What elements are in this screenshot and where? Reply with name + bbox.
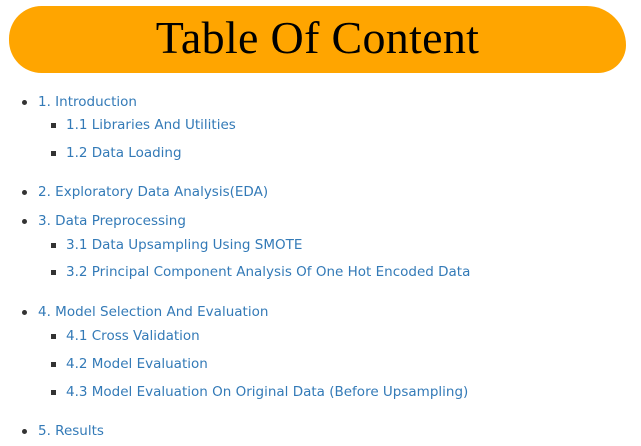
toc-item-eda: 2. Exploratory Data Analysis(EDA) bbox=[21, 184, 268, 200]
toc-link-eda[interactable]: 2. Exploratory Data Analysis(EDA) bbox=[38, 184, 268, 200]
toc-link-original-data-evaluation[interactable]: 4.3 Model Evaluation On Original Data (B… bbox=[66, 384, 468, 400]
toc-link-smote[interactable]: 3.1 Data Upsampling Using SMOTE bbox=[66, 237, 302, 253]
page-title: Table Of Content bbox=[155, 11, 480, 63]
toc-item-model-evaluation: 4.2 Model Evaluation bbox=[51, 356, 208, 372]
toc-link-pca[interactable]: 3.2 Principal Component Analysis Of One … bbox=[66, 264, 470, 280]
toc-link-cross-validation[interactable]: 4.1 Cross Validation bbox=[66, 328, 200, 344]
toc-link-data-loading[interactable]: 1.2 Data Loading bbox=[66, 145, 182, 161]
toc-link-introduction[interactable]: 1. Introduction bbox=[38, 94, 137, 110]
toc-item-smote: 3.1 Data Upsampling Using SMOTE bbox=[50, 237, 302, 253]
toc-item-introduction: 1. Introduction bbox=[22, 94, 137, 110]
toc-item-cross-validation: 4.1 Cross Validation bbox=[51, 328, 200, 344]
toc-item-data-loading: 1.2 Data Loading bbox=[51, 145, 182, 161]
toc-link-results[interactable]: 5. Results bbox=[38, 423, 104, 439]
toc-item-preprocessing: 3. Data Preprocessing bbox=[22, 213, 186, 229]
toc-item-original-data-evaluation: 4.3 Model Evaluation On Original Data (B… bbox=[50, 384, 468, 400]
toc-item-pca: 3.2 Principal Component Analysis Of One … bbox=[50, 264, 470, 280]
toc-link-libraries[interactable]: 1.1 Libraries And Utilities bbox=[66, 117, 236, 133]
toc-item-libraries: 1.1 Libraries And Utilities bbox=[51, 117, 236, 133]
toc-link-model-evaluation[interactable]: 4.2 Model Evaluation bbox=[66, 356, 208, 372]
toc-link-preprocessing[interactable]: 3. Data Preprocessing bbox=[38, 213, 186, 229]
toc-item-model-selection: 4. Model Selection And Evaluation bbox=[21, 304, 268, 320]
toc-item-results: 5. Results bbox=[22, 423, 104, 439]
toc-link-model-selection[interactable]: 4. Model Selection And Evaluation bbox=[38, 304, 268, 320]
toc-banner: Table Of Content bbox=[9, 6, 626, 73]
